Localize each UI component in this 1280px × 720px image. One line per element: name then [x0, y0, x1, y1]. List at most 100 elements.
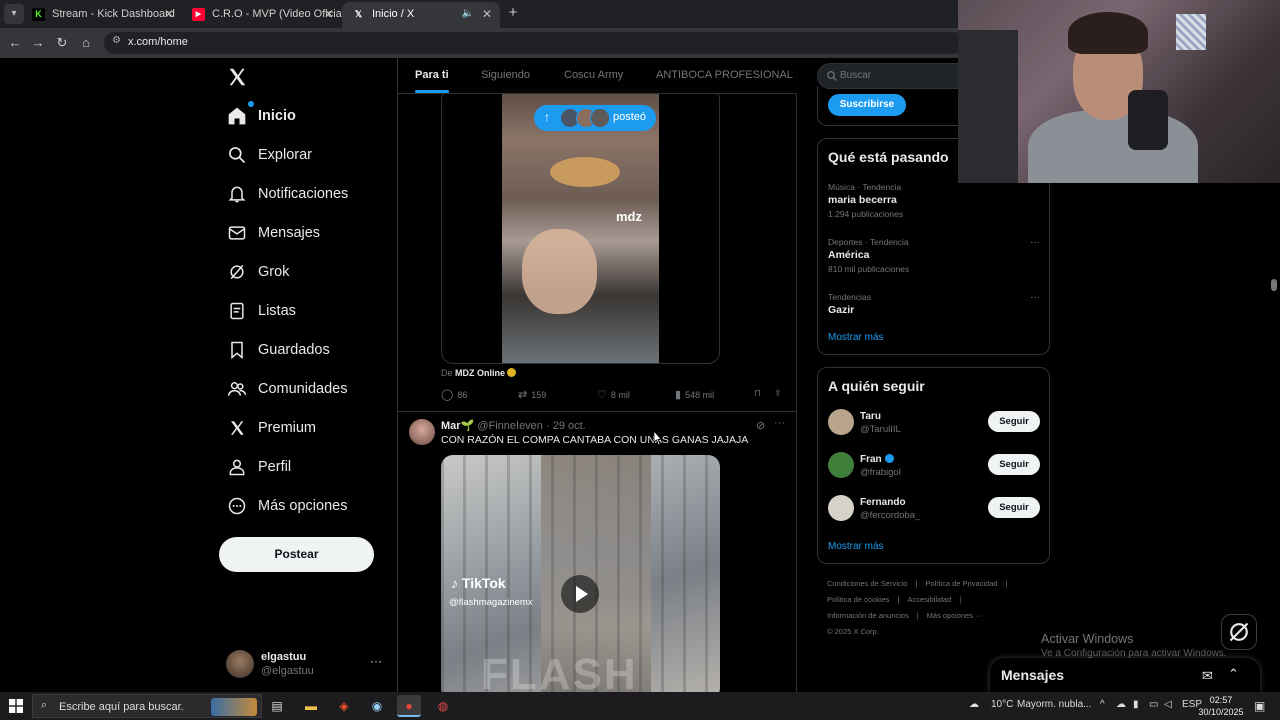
reload-icon[interactable]: ↻	[53, 34, 71, 52]
like-button[interactable]: ♡ 8 mil	[597, 388, 630, 401]
network-icon[interactable]: ☁	[1116, 699, 1126, 710]
nav-label: Comunidades	[258, 381, 348, 397]
close-icon[interactable]: ✕	[324, 2, 334, 26]
footer-link[interactable]: Condiciones de Servicio	[827, 579, 907, 588]
tab-youtube[interactable]: ▶ C.R.O - MVP (Video Oficial) - Yo ✕	[182, 2, 342, 28]
new-posts-pill[interactable]: ↑ posteó	[534, 105, 656, 131]
who-show-more-link[interactable]: Mostrar más	[828, 541, 884, 552]
footer-link[interactable]: Accesibilidad	[908, 595, 952, 604]
more-icon[interactable]: ···	[1030, 237, 1040, 248]
forward-icon[interactable]: →	[29, 34, 47, 52]
tab-title: Stream - Kick Dashboard	[52, 8, 175, 20]
task-view-icon[interactable]: ▤	[265, 695, 289, 717]
tab-antiboca-profesional[interactable]: ANTIBOCA PROFESIONAL	[656, 69, 793, 81]
footer-link[interactable]: Política de Privacidad	[925, 579, 997, 588]
follow-suggestion[interactable]: Fernando @fercordoba_ Seguir	[828, 495, 1040, 527]
footer-link[interactable]: Más opciones ···	[927, 611, 983, 620]
footer-link[interactable]: Política de cookies	[827, 595, 890, 604]
reply-button[interactable]: ◯ 86	[441, 388, 467, 401]
footer-link[interactable]: Información de anuncios	[827, 611, 909, 620]
bookmark-icon[interactable]: ⊓	[754, 388, 761, 399]
speaker-icon[interactable]: 🔈	[462, 2, 474, 26]
more-icon[interactable]: ···	[1030, 292, 1040, 303]
sidebar-item-inicio[interactable]: Inicio	[226, 101, 296, 131]
display-icon[interactable]: ▭	[1149, 699, 1158, 710]
chevron-up-icon[interactable]: ^	[1100, 699, 1105, 710]
sidebar-item-perfil[interactable]: Perfil	[226, 452, 291, 482]
trends-show-more-link[interactable]: Mostrar más	[828, 332, 884, 343]
post-button[interactable]: Postear	[219, 537, 374, 572]
sidebar-item-notificaciones[interactable]: Notificaciones	[226, 179, 348, 209]
author-handle[interactable]: @FinneIeven	[477, 420, 543, 432]
file-explorer-icon[interactable]: ▬	[299, 695, 323, 717]
back-icon[interactable]: ←	[6, 34, 24, 52]
more-icon[interactable]: ···	[774, 417, 785, 429]
subscribe-button[interactable]: Suscribirse	[828, 94, 906, 116]
sidebar-item-mensajes[interactable]: Mensajes	[226, 218, 320, 248]
address-input[interactable]: ⚙ x.com/home	[104, 32, 964, 54]
clock-date: 30/10/2025	[1198, 707, 1244, 717]
weather-icon[interactable]: ☁	[969, 699, 979, 710]
follow-suggestion[interactable]: Fran @frabigol Seguir	[828, 452, 1040, 484]
avatar[interactable]	[409, 419, 435, 445]
microphone-icon[interactable]: ▮	[1133, 699, 1139, 710]
avatar	[828, 452, 854, 478]
grok-icon[interactable]: ⊘	[756, 419, 765, 432]
follow-button[interactable]: Seguir	[988, 411, 1040, 432]
obs-icon[interactable]: ◍	[431, 695, 455, 717]
new-tab-button[interactable]: +	[505, 4, 521, 22]
trend-item[interactable]: Tendencias Gazir ···	[828, 292, 1040, 316]
sidebar-item-premium[interactable]: Premium	[226, 413, 316, 443]
account-switcher[interactable]: elgastuu @elgastuu ···	[226, 648, 386, 680]
x-logo-icon[interactable]	[226, 66, 248, 88]
sidebar-item-explorar[interactable]: Explorar	[226, 140, 312, 170]
steam-icon[interactable]: ◉	[365, 695, 389, 717]
tab-kick[interactable]: K Stream - Kick Dashboard ✕	[22, 2, 182, 28]
follow-button[interactable]: Seguir	[988, 454, 1040, 475]
follow-suggestion[interactable]: Taru @TarulIIL Seguir	[828, 409, 1040, 441]
author-name[interactable]: Mar🌱	[441, 420, 474, 432]
brave-icon[interactable]: ◈	[332, 695, 356, 717]
grok-button[interactable]	[1221, 614, 1257, 650]
tab-search-button[interactable]: ▾	[4, 4, 24, 24]
sidebar-item-comunidades[interactable]: Comunidades	[226, 374, 347, 404]
trend-item[interactable]: Deportes · Tendencia América 810 mil pub…	[828, 237, 1040, 274]
sidebar-item-grok[interactable]: Grok	[226, 257, 289, 287]
separator: ·	[545, 420, 550, 432]
video-source[interactable]: De MDZ Online	[441, 368, 517, 378]
search-icon: ⌕	[41, 699, 48, 711]
follow-button[interactable]: Seguir	[988, 497, 1040, 518]
tab-coscu-army[interactable]: Coscu Army	[564, 69, 623, 81]
site-info-icon[interactable]: ⚙	[112, 35, 121, 46]
chrome-icon[interactable]: ●	[397, 695, 421, 717]
tab-siguiendo[interactable]: Siguiendo	[481, 69, 530, 81]
home-icon[interactable]: ⌂	[77, 34, 95, 52]
expand-icon[interactable]: ⌃	[1228, 666, 1239, 682]
windows-start-icon[interactable]	[9, 699, 23, 713]
close-icon[interactable]: ✕	[164, 2, 174, 26]
trend-item[interactable]: Música · Tendencia maria becerra 1.294 p…	[828, 182, 1040, 219]
tweet-actions: ◯ 86 ⇄ 159 ♡ 8 mil ▮ 548 mil ⊓ ⇪	[441, 388, 786, 404]
taskbar-search-input[interactable]: ⌕ Escribe aquí para buscar.	[32, 694, 262, 718]
play-button[interactable]	[561, 575, 599, 613]
tweet-date[interactable]: 29 oct.	[553, 420, 586, 432]
clock[interactable]: 02:57 30/10/2025	[1196, 694, 1246, 718]
new-message-icon[interactable]: ✉	[1202, 668, 1213, 684]
tab-x[interactable]: 𝕏 Inicio / X 🔈 ✕	[342, 2, 500, 28]
sidebar-item-mas-opciones[interactable]: Más opciones	[226, 491, 347, 521]
notifications-icon[interactable]: ▣	[1254, 699, 1265, 713]
messages-drawer[interactable]: Mensajes ✉ ⌃	[990, 658, 1260, 692]
tab-para-ti[interactable]: Para ti	[415, 69, 449, 81]
repost-button[interactable]: ⇄ 159	[518, 388, 546, 401]
share-icon[interactable]: ⇪	[774, 388, 782, 399]
close-icon[interactable]: ✕	[482, 2, 492, 26]
sidebar-item-listas[interactable]: Listas	[226, 296, 296, 326]
footer-links: Condiciones de Servicio | Política de Priv…	[827, 576, 1047, 640]
views-button[interactable]: ▮ 548 mil	[675, 388, 714, 401]
timeline: Para ti Siguiendo Coscu Army ANTIBOCA PR…	[397, 58, 797, 692]
scrollbar-thumb[interactable]	[1271, 279, 1277, 291]
volume-icon[interactable]: ◁	[1164, 699, 1172, 710]
sidebar-item-guardados[interactable]: Guardados	[226, 335, 330, 365]
tweet-video[interactable]: ♪ TikTok @flashmagazinemx FLASH	[441, 455, 720, 692]
more-icon[interactable]: ···	[370, 654, 382, 668]
